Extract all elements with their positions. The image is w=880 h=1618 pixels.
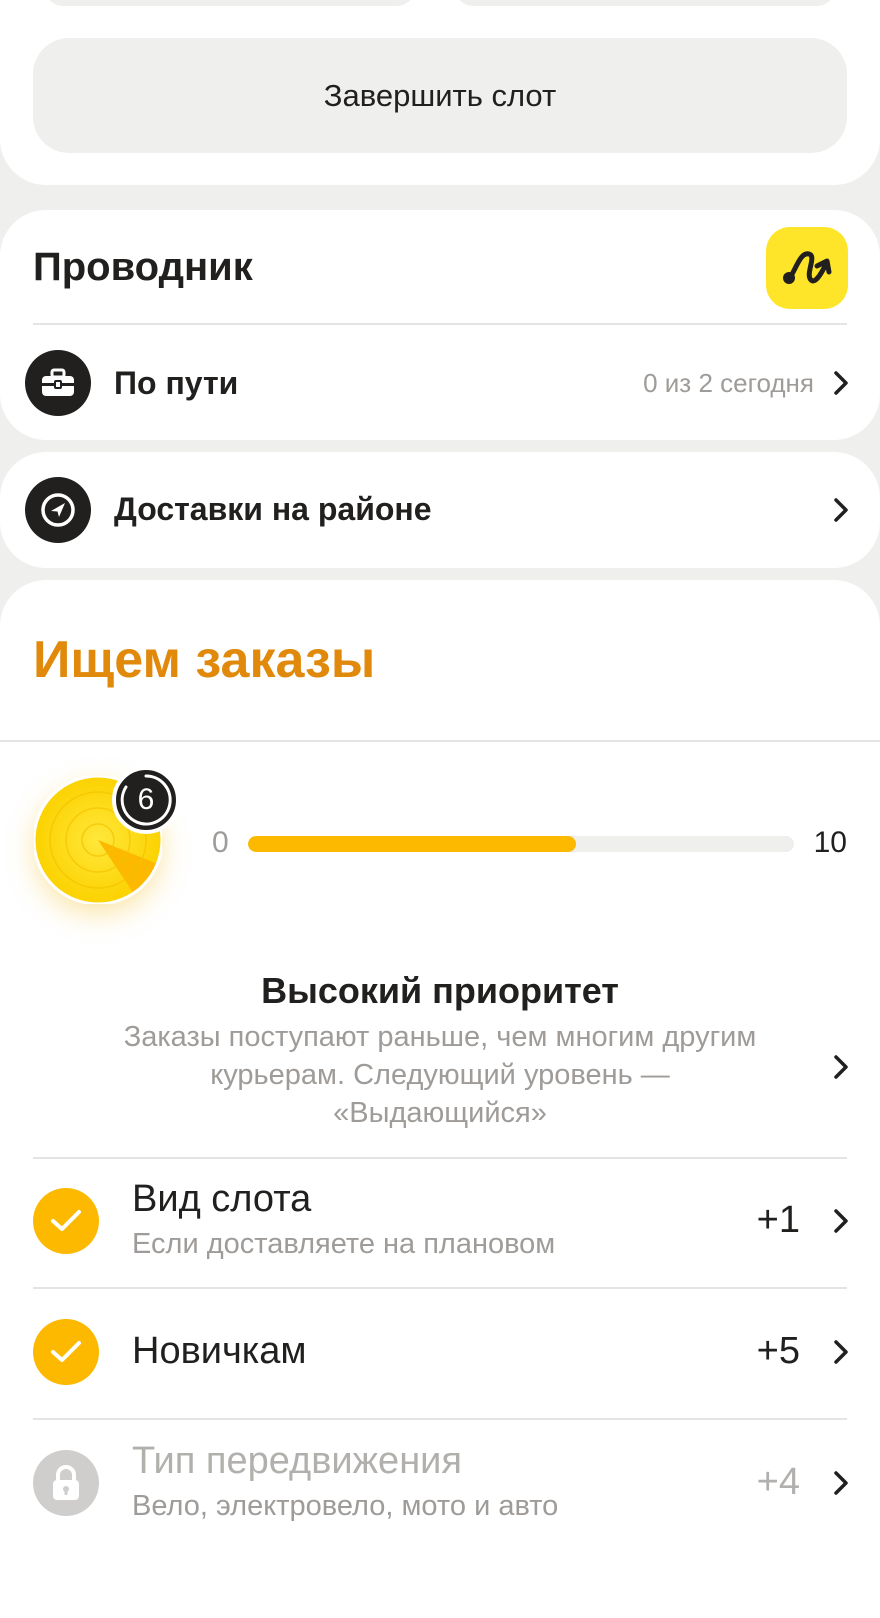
- bonus-item-title: Тип передвижения: [132, 1440, 462, 1482]
- bonus-item-title: Вид слота: [132, 1178, 312, 1220]
- guide-card: Проводник По пути 0 из 2 сегодня: [0, 210, 880, 440]
- searching-orders-title: Ищем заказы: [33, 631, 376, 689]
- orders-divider: [0, 740, 880, 742]
- chevron-right-icon: [830, 1337, 852, 1367]
- priority-divider: [33, 1157, 847, 1159]
- priority-progress-fill: [248, 836, 576, 852]
- top-card-stub-left: [45, 0, 415, 6]
- lock-icon: [33, 1450, 99, 1516]
- bonus-item-value: +1: [756, 1199, 800, 1241]
- chevron-right-icon: [830, 1206, 852, 1236]
- guide-row-label: Доставки на районе: [114, 491, 432, 527]
- route-squiggle-icon[interactable]: [766, 227, 848, 309]
- chevron-right-icon: [830, 495, 852, 525]
- guide-title: Проводник: [33, 245, 253, 289]
- check-icon: [33, 1188, 99, 1254]
- guide-divider: [33, 323, 847, 325]
- chevron-right-icon: [830, 368, 852, 398]
- navigation-arrow-icon: [25, 477, 91, 543]
- priority-level-badge: 6: [112, 766, 180, 834]
- priority-description: Заказы поступают раньше, чем многим друг…: [123, 1021, 757, 1129]
- priority-progress-bar: [248, 836, 794, 852]
- check-icon: [33, 1319, 99, 1385]
- chevron-right-icon: [830, 1052, 852, 1082]
- chevron-right-icon: [830, 1468, 852, 1498]
- bonus-item-subtitle: Вело, электровело, мото и авто: [132, 1490, 559, 1522]
- slot-card: Завершить слот: [0, 0, 880, 185]
- orders-card: Ищем заказы 6 0 10 Высокий приоритет Зак…: [0, 580, 880, 1618]
- bonus-divider: [33, 1287, 847, 1289]
- district-deliveries-card[interactable]: Доставки на районе: [0, 452, 880, 568]
- bonus-item-subtitle: Если доставляете на плановом: [132, 1228, 556, 1260]
- bonus-item-title: Новичкам: [132, 1330, 307, 1372]
- bonus-item-value: +4: [756, 1461, 800, 1503]
- progress-min-label: 0: [212, 826, 229, 859]
- briefcase-icon: [25, 350, 91, 416]
- guide-row-label: По пути: [114, 365, 239, 401]
- priority-level-value: 6: [137, 783, 155, 816]
- progress-max-label: 10: [813, 826, 847, 859]
- top-card-stub-right: [455, 0, 835, 6]
- priority-title: Высокий приоритет: [261, 970, 619, 1011]
- bonus-divider: [33, 1418, 847, 1420]
- guide-row-meta: 0 из 2 сегодня: [643, 368, 814, 398]
- bonus-item-value: +5: [756, 1330, 800, 1372]
- finish-slot-button[interactable]: Завершить слот: [33, 38, 847, 153]
